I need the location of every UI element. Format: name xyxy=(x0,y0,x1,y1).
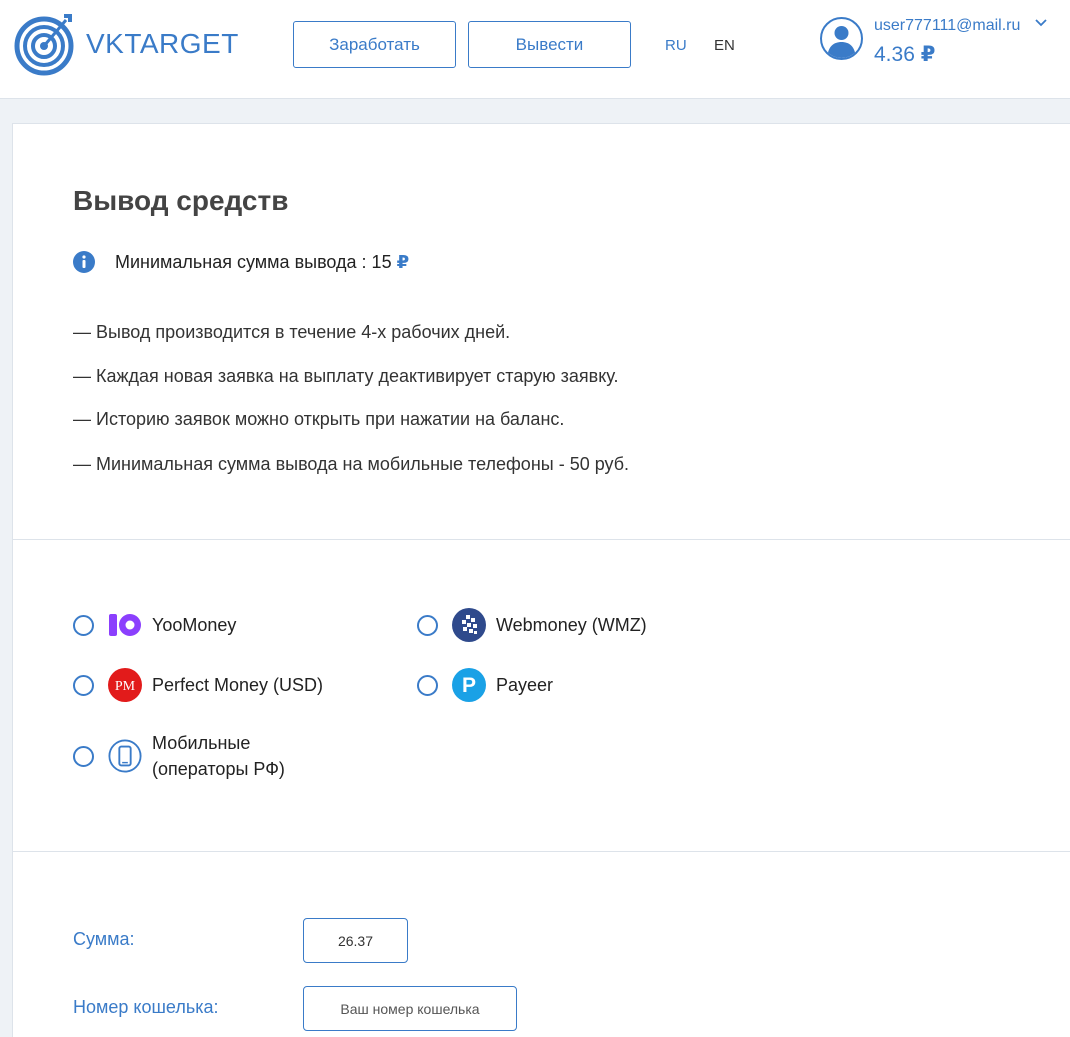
section-divider xyxy=(13,851,1070,852)
min-withdraw-label: Минимальная сумма вывода : 15 xyxy=(115,251,392,272)
payment-label-line2: (операторы РФ) xyxy=(152,759,285,779)
page-title: Вывод средств xyxy=(73,185,289,216)
wallet-input[interactable] xyxy=(303,986,517,1031)
payment-label: Perfect Money (USD) xyxy=(152,675,324,695)
payment-option-webmoney[interactable]: Webmoney (WMZ) xyxy=(417,608,647,642)
earn-button[interactable]: Заработать xyxy=(293,21,456,68)
payment-option-perfect-money[interactable]: PM Perfect Money (USD) xyxy=(73,668,323,702)
radio-button[interactable] xyxy=(417,614,438,636)
info-icon xyxy=(73,251,95,273)
min-withdraw-text: Минимальная сумма вывода : 15 ₽ xyxy=(115,252,409,273)
avatar[interactable] xyxy=(820,17,863,60)
user-email[interactable]: user777111@mail.ru xyxy=(874,17,1020,35)
payeer-icon-text: P xyxy=(462,674,476,697)
min-withdraw-info: Минимальная сумма вывода : 15 ₽ xyxy=(73,251,409,273)
mobile-phone-icon xyxy=(108,739,142,773)
target-logo-icon xyxy=(14,14,74,76)
radio-button[interactable] xyxy=(73,674,94,696)
payment-label: YooMoney xyxy=(152,615,237,635)
perfect-money-icon-text: PM xyxy=(115,679,136,694)
payment-option-mobile[interactable]: Мобильные (операторы РФ) xyxy=(73,730,285,782)
lang-ru-link[interactable]: RU xyxy=(665,37,687,54)
payment-label: Payeer xyxy=(496,675,554,695)
payeer-icon: P xyxy=(452,668,486,702)
radio-button[interactable] xyxy=(73,614,94,636)
rule-line: — Минимальная сумма вывода на мобильные … xyxy=(73,454,630,474)
user-balance[interactable]: 4.36 ₽ xyxy=(874,42,935,67)
payment-option-payeer[interactable]: P Payeer xyxy=(417,668,553,702)
lang-en-link[interactable]: EN xyxy=(714,37,735,54)
withdraw-card: Вывод средств Минимальная сумма вывода :… xyxy=(12,123,1070,1037)
amount-label: Сумма: xyxy=(73,929,135,949)
section-divider xyxy=(13,539,1070,540)
wallet-label: Номер кошелька: xyxy=(73,997,219,1017)
rule-line: — Каждая новая заявка на выплату деактив… xyxy=(73,366,619,386)
min-withdraw-currency: ₽ xyxy=(396,251,410,272)
radio-button[interactable] xyxy=(73,745,94,767)
logo[interactable]: VKTARGET xyxy=(14,10,239,78)
rule-line: — Вывод производится в течение 4-х рабоч… xyxy=(73,322,511,342)
perfect-money-icon: PM xyxy=(108,668,142,702)
top-header: VKTARGET Заработать Вывести RU EN user77… xyxy=(0,0,1070,99)
payment-option-yoomoney[interactable]: YooMoney xyxy=(73,608,236,642)
webmoney-icon xyxy=(452,608,486,642)
user-icon xyxy=(827,26,856,58)
payment-label-line1: Мобильные xyxy=(152,733,251,753)
logo-text: VKTARGET xyxy=(86,28,239,59)
chevron-down-icon[interactable] xyxy=(1035,18,1047,28)
payment-label: Webmoney (WMZ) xyxy=(496,615,647,635)
withdraw-button[interactable]: Вывести xyxy=(468,21,631,68)
amount-input[interactable] xyxy=(303,918,408,963)
rule-line: — Историю заявок можно открыть при нажат… xyxy=(73,409,565,429)
payment-label: Мобильные (операторы РФ) xyxy=(152,730,285,782)
balance-amount: 4.36 xyxy=(874,43,915,66)
yoomoney-icon xyxy=(108,608,142,642)
radio-button[interactable] xyxy=(417,674,438,696)
balance-currency: ₽ xyxy=(920,43,936,66)
